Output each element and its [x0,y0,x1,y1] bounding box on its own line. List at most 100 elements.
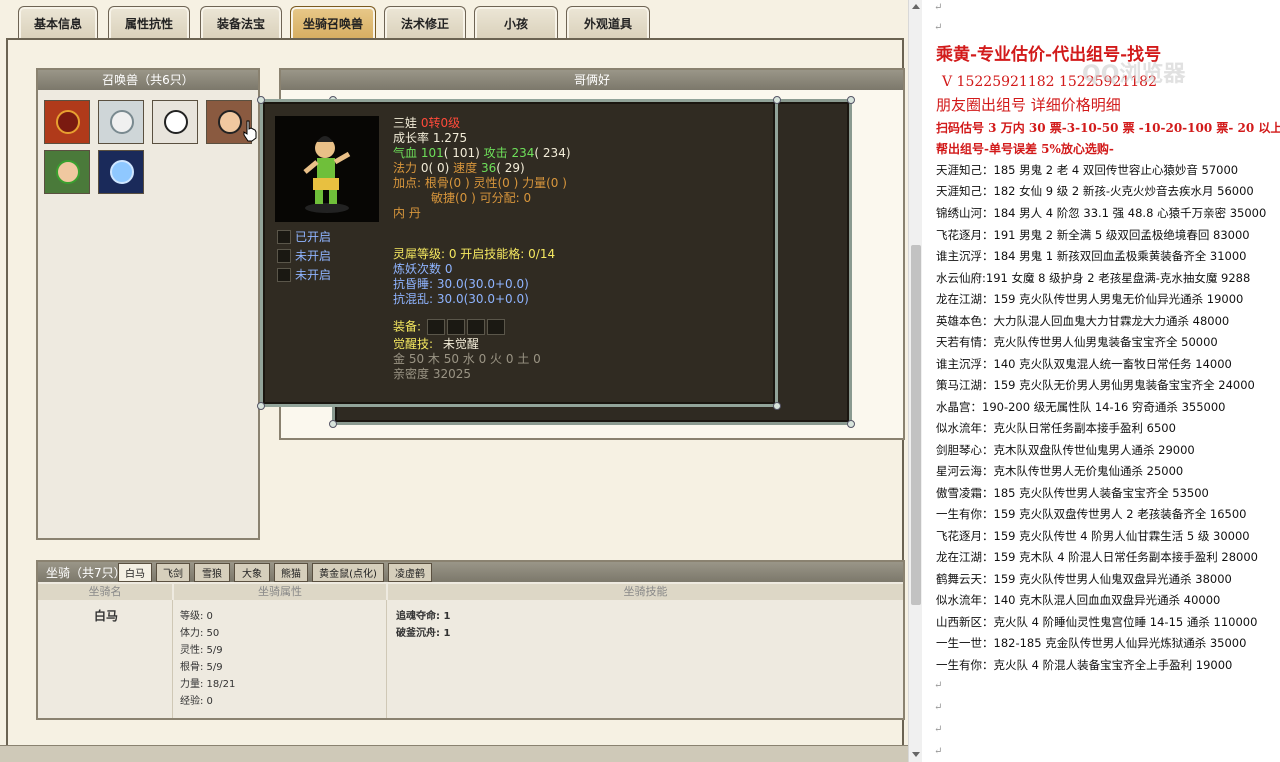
summon-slot[interactable] [152,100,198,144]
summon-slot[interactable] [98,150,144,194]
spirit-level: 灵犀等级: 0 开启技能格: 0/14 [393,247,556,261]
flag-slot-icon [277,267,291,282]
mount-tab-panda[interactable]: 熊猫 [274,563,308,582]
account-listing: 天若有情：克火队传世男人仙男鬼装备宝宝齐全 50000 [936,335,1218,349]
summon-panel-title: 召唤兽（共6只） [38,70,258,90]
mount-tab-golden-rat[interactable]: 黄金鼠(点化) [312,563,384,582]
mount-col-name: 坐骑名 [38,584,172,600]
mount-tab-white-horse[interactable]: 白马 [118,563,152,582]
account-listing: 飞花逐月：191 男鬼 2 新全满 5 级双回孟极绝境春回 83000 [936,228,1250,242]
resist-sleep-value: 30.0(30.0+0.0) [436,277,529,291]
account-listing: 似水流年：克火队日常任务副本接手盈利 6500 [936,421,1176,435]
mount-col-skill: 坐骑技能 [388,584,903,600]
mount-tab-elephant[interactable]: 大象 [234,563,270,582]
account-listing: 傲雪凌霜：185 克火队传世男人装备宝宝齐全 53500 [936,486,1209,500]
points-line-1: 加点: 根骨(0 ) 灵性(0 ) 力量(0 ) [393,176,567,190]
mount-skill-1: 追魂夺命: 1 [396,611,451,622]
atk-value: 234 [511,146,535,160]
mount-tab-snow-wolf[interactable]: 雪狼 [194,563,230,582]
summon-slot[interactable] [44,150,90,194]
resist-sleep-label: 抗昏睡: [393,277,434,291]
account-listing: 天涯知己：185 男鬼 2 老 4 双回传世容止心猿妙音 57000 [936,163,1239,177]
doc-guarantee-rule: 帮出组号-单号误差 5%放心选购- [936,142,1114,156]
account-listing: 锦绣山河：184 男人 4 阶忽 33.1 强 48.8 心猿千万亲密 3500… [936,206,1267,220]
spd-max: ( 29) [496,161,525,175]
summon-slot[interactable] [44,100,90,144]
hand-cursor-icon [243,120,257,142]
account-listing: 天涯知己：182 女仙 9 级 2 新孩-火克火炒音去疾水月 56000 [936,184,1254,198]
account-listing: 鹤舞云天：159 克火队传世男人仙鬼双盘异光通杀 38000 [936,572,1232,586]
tab-equipment[interactable]: 装备法宝 [200,6,282,40]
mount-panel-title: 坐骑（共7只） [46,566,126,580]
gourd-boy-green-portrait-icon [56,160,80,184]
flag-row-3: 未开启 [277,266,331,283]
white-hair-portrait-icon [110,110,134,134]
flag-row-1: 已开启 [277,228,331,245]
summon-panel: 召唤兽（共6只） [36,68,260,540]
scroll-down-icon[interactable] [912,752,920,757]
mount-panel: 坐骑（共7只） 白马 飞剑 雪狼 大象 熊猫 黄金鼠(点化) 凌虚鹤 坐骑名 坐… [36,560,905,720]
spd-value: 36 [480,161,497,175]
scroll-thumb[interactable] [911,245,921,605]
resist-chaos-value: 30.0(30.0+0.0) [436,292,529,306]
tab-attribute-resistance[interactable]: 属性抗性 [108,6,190,40]
inner-pill-label: 内 丹 [393,206,421,220]
scroll-up-icon[interactable] [912,4,920,9]
tab-appearance-items[interactable]: 外观道具 [566,6,650,40]
vertical-scrollbar[interactable] [908,0,922,762]
pet-rebirth: 0转0级 [420,116,461,130]
account-listing: 一生有你：克火队 4 阶混人装备宝宝齐全上手盈利 19000 [936,658,1233,672]
account-listing: 似水流年：140 克木队混人回血血双盘异光通杀 40000 [936,593,1221,607]
paragraph-mark-icon: ↵ [934,22,943,33]
equip-slot-icon[interactable] [486,319,505,335]
account-listing: 水云仙府:191 女魔 8 级护身 2 老孩星盘满-克水抽女魔 9288 [936,271,1251,285]
mount-stat-spirit: 灵性: 5/9 [180,645,223,656]
mount-stat-exp: 经验: 0 [180,696,213,707]
doc-pricing-rule: 扫码估号 3 万内 30 票-3-10-50 票 -10-20-100 票- 2… [936,121,1280,135]
element-values: 金 50 木 50 水 0 火 0 土 0 [393,352,541,366]
mount-tab-crane[interactable]: 凌虚鹤 [388,563,432,582]
detail-panel-title: 哥俩好 [281,70,903,90]
fox-spirit-portrait-icon [164,110,188,134]
account-listing: 英雄本色：大力队混人回血鬼大力甘霖龙大力通杀 48000 [936,314,1230,328]
account-listing: 龙在江湖：159 克木队 4 阶混人日常任务副本接手盈利 28000 [936,550,1258,564]
mount-tab-flying-sword[interactable]: 飞剑 [156,563,190,582]
mount-stat-level: 等级: 0 [180,611,213,622]
flag-status-3: 未开启 [295,268,332,282]
pet-name: 三娃 [393,116,418,130]
awaken-value: 未觉醒 [442,337,479,351]
equip-slot-icon[interactable] [446,319,465,335]
account-listing: 山西新区：克火队 4 阶睡仙灵性鬼宫位睡 14-15 通杀 110000 [936,615,1258,629]
tab-mount-summon[interactable]: 坐骑召唤兽 [290,6,376,40]
equip-slot-icon[interactable] [426,319,445,335]
account-listing: 一生一世：182-185 克金队传世男人仙异光炼狱通杀 35000 [936,636,1247,650]
tab-basic-info[interactable]: 基本信息 [18,6,98,40]
paragraph-mark-icon: ↵ [934,2,943,13]
doc-moments: 朋友圈出组号 详细价格明细 [936,96,1121,114]
equip-slot-icon[interactable] [466,319,485,335]
paragraph-mark-icon: ↵ [934,724,943,735]
demon-portrait-icon [56,110,80,134]
mount-name: 白马 [94,609,119,623]
refine-count: 炼妖次数 0 [393,262,453,276]
bottom-bar [0,745,908,762]
tab-child[interactable]: 小孩 [474,6,558,40]
paragraph-mark-icon: ↵ [934,702,943,713]
mount-skill-2: 破釜沉舟: 1 [396,628,451,639]
pet-portrait [275,116,379,222]
paragraph-mark-icon: ↵ [934,746,943,757]
tab-spell-mod[interactable]: 法术修正 [384,6,466,40]
flag-status-1: 已开启 [295,230,332,244]
account-listing: 星河云海：克木队传世男人无价鬼仙通杀 25000 [936,464,1184,478]
document-pane: ↵ ↵ 乘黄-专业估价-代出组号-找号 V 15225921182 152259… [922,0,1280,762]
paragraph-mark-icon: ↵ [934,680,943,691]
mount-col-attr: 坐骑属性 [174,584,386,600]
summon-slot[interactable] [98,100,144,144]
awaken-label: 觉醒技: [393,337,434,351]
gourd-boy-portrait-icon [218,110,242,134]
account-listing: 谁主沉浮：140 克火队双鬼混人统一畜牧日常任务 14000 [936,357,1232,371]
browser-watermark: QQ浏览器 [1082,62,1186,87]
flag-slot-icon [277,248,291,263]
equip-label: 装备: [393,319,422,334]
main-tab-bar: 基本信息 属性抗性 装备法宝 坐骑召唤兽 法术修正 小孩 外观道具 [0,0,908,40]
